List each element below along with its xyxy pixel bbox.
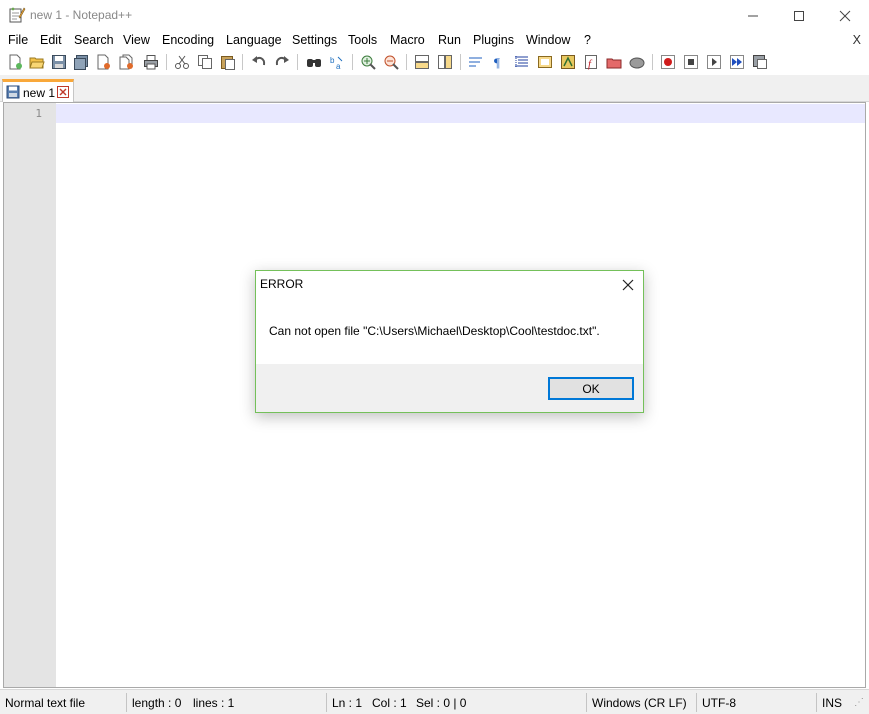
status-lines: lines : 1 bbox=[193, 695, 235, 710]
status-divider bbox=[816, 693, 817, 712]
maximize-button[interactable] bbox=[776, 0, 822, 31]
close-window-button[interactable] bbox=[822, 0, 868, 31]
status-file-type: Normal text file bbox=[5, 695, 86, 710]
tab-label: new 1 bbox=[23, 86, 56, 100]
dialog-message: Can not open file "C:\Users\Michael\Desk… bbox=[269, 324, 600, 338]
doc-list-icon[interactable] bbox=[605, 53, 623, 71]
status-sel: Sel : 0 | 0 bbox=[416, 695, 467, 710]
status-col: Col : 1 bbox=[372, 695, 407, 710]
open-file-icon[interactable] bbox=[28, 53, 46, 71]
stop-macro-icon[interactable] bbox=[682, 53, 700, 71]
word-wrap-icon[interactable] bbox=[467, 53, 485, 71]
menu-macro[interactable]: Macro bbox=[390, 33, 425, 47]
undo-icon[interactable] bbox=[250, 53, 268, 71]
minimize-icon bbox=[748, 15, 758, 16]
replace-icon[interactable]: ba bbox=[328, 53, 346, 71]
menu-language[interactable]: Language bbox=[226, 33, 282, 47]
ok-button[interactable]: OK bbox=[548, 377, 634, 400]
status-divider bbox=[326, 693, 327, 712]
menu-tools[interactable]: Tools bbox=[348, 33, 377, 47]
current-line-highlight bbox=[56, 104, 865, 123]
svg-text:b: b bbox=[330, 56, 335, 65]
redo-icon[interactable] bbox=[273, 53, 291, 71]
tab-new-1[interactable]: new 1 bbox=[2, 79, 74, 102]
toolbar-separator bbox=[297, 54, 298, 70]
sync-vertical-icon[interactable] bbox=[413, 53, 431, 71]
menu-settings[interactable]: Settings bbox=[292, 33, 337, 47]
line-number: 1 bbox=[35, 107, 42, 120]
status-bar: Normal text file length : 0 lines : 1 Ln… bbox=[0, 689, 869, 714]
indent-guide-icon[interactable] bbox=[513, 53, 531, 71]
toolbar-separator bbox=[166, 54, 167, 70]
save-icon[interactable] bbox=[50, 53, 68, 71]
toolbar-separator bbox=[242, 54, 243, 70]
toolbar: ba ¶ f bbox=[0, 51, 869, 75]
status-insert-mode[interactable]: INS bbox=[822, 690, 842, 714]
menu-view[interactable]: View bbox=[123, 33, 150, 47]
save-all-icon[interactable] bbox=[72, 53, 90, 71]
close-icon bbox=[622, 279, 634, 291]
menu-help[interactable]: ? bbox=[584, 33, 591, 47]
print-icon[interactable] bbox=[142, 53, 160, 71]
toolbar-separator bbox=[406, 54, 407, 70]
svg-text:¶: ¶ bbox=[494, 55, 500, 70]
status-divider bbox=[586, 693, 587, 712]
error-dialog: ERROR Can not open file "C:\Users\Michae… bbox=[255, 270, 644, 413]
maximize-icon bbox=[794, 10, 804, 21]
svg-text:a: a bbox=[336, 62, 341, 70]
status-eol[interactable]: Windows (CR LF) bbox=[592, 690, 687, 714]
status-divider bbox=[696, 693, 697, 712]
record-macro-icon[interactable] bbox=[659, 53, 677, 71]
minimize-button[interactable] bbox=[730, 0, 776, 31]
close-document-button[interactable]: X bbox=[853, 33, 861, 47]
status-divider bbox=[126, 693, 127, 712]
dialog-title: ERROR bbox=[260, 277, 304, 291]
window-title: new 1 - Notepad++ bbox=[30, 8, 133, 22]
show-all-chars-icon[interactable]: ¶ bbox=[490, 53, 508, 71]
folder-as-workspace-icon[interactable]: f bbox=[582, 53, 600, 71]
title-bar: new 1 - Notepad++ bbox=[0, 0, 869, 31]
zoom-in-icon[interactable] bbox=[359, 53, 377, 71]
close-file-icon[interactable] bbox=[95, 53, 113, 71]
toolbar-separator bbox=[352, 54, 353, 70]
resize-grip-icon[interactable]: ⋰ bbox=[854, 690, 864, 714]
menu-file[interactable]: File bbox=[8, 33, 28, 47]
toolbar-separator bbox=[652, 54, 653, 70]
line-number-gutter: 1 bbox=[4, 103, 56, 687]
menu-bar: File Edit Search View Encoding Language … bbox=[0, 31, 869, 51]
save-macro-icon[interactable] bbox=[751, 53, 769, 71]
notepad-plus-plus-icon bbox=[8, 6, 26, 24]
cut-icon[interactable] bbox=[173, 53, 191, 71]
saved-file-icon bbox=[6, 85, 20, 99]
menu-run[interactable]: Run bbox=[438, 33, 461, 47]
function-list-icon[interactable] bbox=[559, 53, 577, 71]
menu-edit[interactable]: Edit bbox=[40, 33, 62, 47]
menu-encoding[interactable]: Encoding bbox=[162, 33, 214, 47]
status-ln: Ln : 1 bbox=[332, 695, 363, 710]
status-length: length : 0 bbox=[132, 695, 182, 710]
new-file-icon[interactable] bbox=[6, 53, 24, 71]
run-macro-multiple-icon[interactable] bbox=[728, 53, 746, 71]
find-icon[interactable] bbox=[305, 53, 323, 71]
dialog-footer: OK bbox=[256, 364, 643, 412]
close-all-icon[interactable] bbox=[118, 53, 136, 71]
zoom-out-icon[interactable] bbox=[382, 53, 400, 71]
doc-map-icon[interactable] bbox=[536, 53, 554, 71]
status-encoding[interactable]: UTF-8 bbox=[702, 690, 736, 714]
toolbar-separator bbox=[460, 54, 461, 70]
monitoring-icon[interactable] bbox=[628, 53, 646, 71]
copy-icon[interactable] bbox=[196, 53, 214, 71]
sync-horizontal-icon[interactable] bbox=[436, 53, 454, 71]
menu-window[interactable]: Window bbox=[526, 33, 570, 47]
dialog-close-button[interactable] bbox=[613, 271, 643, 299]
paste-icon[interactable] bbox=[219, 53, 237, 71]
menu-plugins[interactable]: Plugins bbox=[473, 33, 514, 47]
play-macro-icon[interactable] bbox=[705, 53, 723, 71]
close-icon bbox=[839, 10, 851, 21]
tab-close-icon[interactable] bbox=[57, 86, 69, 98]
tab-bar: new 1 bbox=[0, 75, 869, 102]
menu-search[interactable]: Search bbox=[74, 33, 114, 47]
